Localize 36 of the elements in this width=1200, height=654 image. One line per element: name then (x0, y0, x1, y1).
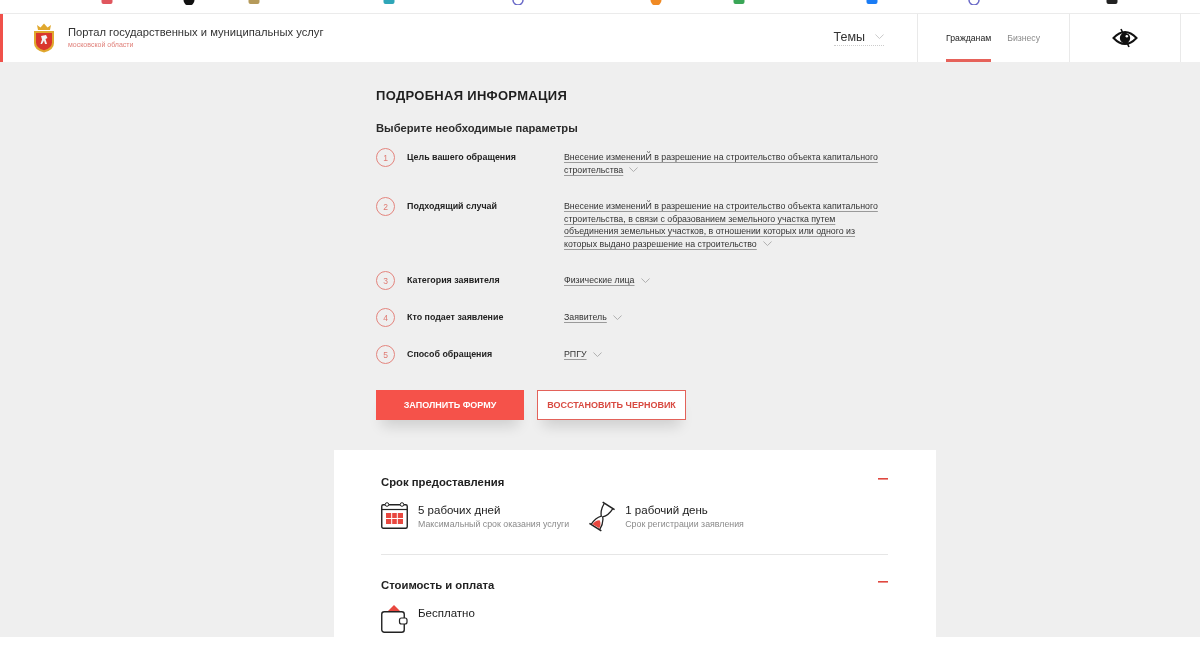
chevron-down-icon (629, 167, 639, 173)
hourglass-icon (589, 501, 616, 532)
parameter-dropdown[interactable]: РПГУ (564, 345, 602, 364)
low-vision-eye-icon[interactable] (1112, 28, 1138, 48)
parameter-label: Способ обращения (407, 348, 493, 361)
chevron-down-icon (592, 351, 602, 358)
chevron-down-icon (612, 314, 622, 321)
audience-tab[interactable]: Бизнесу (1007, 14, 1041, 62)
parameter-dropdown[interactable]: Внесение изменениЙ в разрешение на строительство объекта капитального строительства (564, 148, 886, 179)
section-heading: ПОДРОБНАЯ ИНФОРМАЦИЯ (376, 88, 569, 104)
info-caption: Срок регистрации заявления (625, 519, 744, 530)
wallet-icon (381, 604, 408, 633)
chevron-down-icon (875, 34, 884, 40)
bookmark-favicon-icon[interactable] (1106, 0, 1118, 5)
chevron-down-icon (640, 277, 650, 284)
portal-title[interactable]: Портал государственных и муниципальных услуг (68, 25, 324, 39)
parameter-label: Кто подает заявление (407, 311, 504, 324)
restore-draft-button[interactable]: ВОССТАНОВИТЬ ЧЕРНОВИК (537, 390, 686, 420)
parameter-dropdown[interactable]: Заявитель (564, 308, 622, 327)
topics-menu[interactable]: Темы (833, 30, 884, 46)
calendar-icon (381, 501, 408, 529)
chevron-down-icon (762, 241, 772, 247)
info-value: 5 рабочих дней (418, 503, 502, 518)
coat-of-arms-logo (32, 23, 56, 53)
info-value: 1 рабочий день (625, 503, 709, 518)
parameter-dropdown[interactable]: Внесение изменениЙ в разрешение на строительство объекта капитального строительства, в связи с образованием земельного участка путем объединения земельных участков, в отношении которых или одного из которых выдано разрешение на строительство (564, 197, 886, 253)
info-value: Бесплатно (418, 606, 475, 621)
info-caption: Максимальный срок оказания услуги (418, 519, 570, 530)
parameters-subheading: Выберите необходимые параметры (376, 121, 579, 135)
parameter-label: Категория заявителя (407, 274, 500, 287)
bookmark-favicon-icon[interactable] (183, 0, 195, 5)
parameter-label: Цель вашего обращения (407, 151, 516, 164)
section-title[interactable]: Стоимость и оплата (381, 577, 495, 593)
parameter-dropdown[interactable]: Физические лица (564, 271, 650, 290)
parameter-label: Подходящий случай (407, 200, 497, 213)
section-title[interactable]: Срок предоставления (381, 474, 505, 490)
